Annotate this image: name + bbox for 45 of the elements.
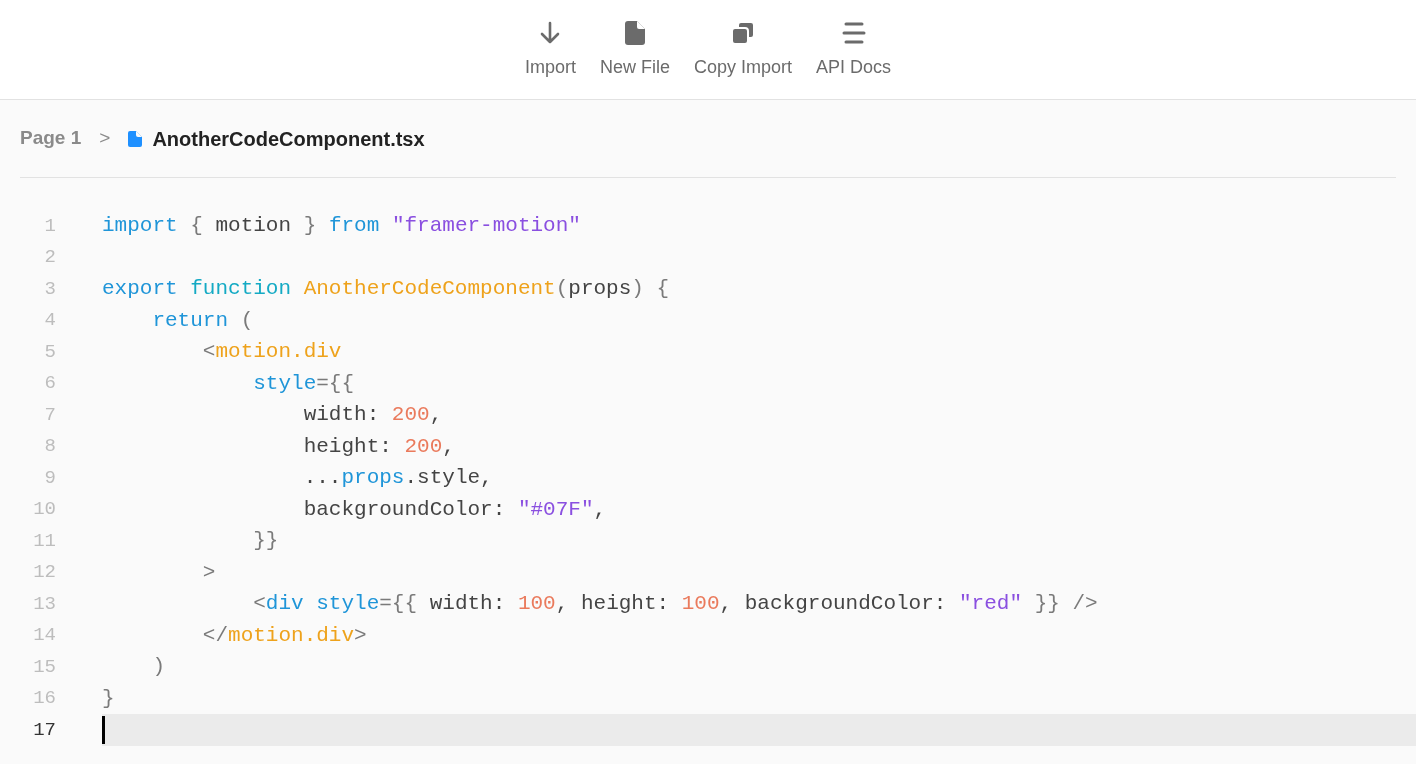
line-number: 10 — [32, 497, 56, 522]
line-number: 6 — [43, 371, 56, 396]
file-icon — [128, 130, 143, 147]
line-number: 15 — [32, 654, 56, 680]
code-line: </motion.div> — [201, 622, 367, 649]
code-line: height: 200, — [302, 433, 455, 460]
arrow-down-icon — [539, 21, 562, 45]
code-line: export function AnotherCodeComponent(props) { — [102, 276, 670, 302]
toolbar-button[interactable]: Copy Import — [685, 20, 800, 81]
line-number: 7 — [43, 402, 56, 428]
breadcrumb-link[interactable]: Page 1 — [20, 124, 82, 153]
line-number: 13 — [32, 591, 56, 617]
toolbar-button[interactable]: New File — [591, 20, 678, 81]
menu-icon — [841, 22, 866, 44]
line-number: 14 — [32, 623, 56, 648]
chevron-icon: > — [99, 124, 111, 153]
code-line: style={{ — [252, 370, 355, 397]
code-line: ) — [151, 654, 165, 680]
line-number: 4 — [43, 308, 56, 333]
line-number: 17 — [32, 717, 56, 743]
line-number: 5 — [43, 339, 56, 365]
line-number: 16 — [32, 686, 56, 711]
line-number: 8 — [43, 434, 56, 459]
code-line: import { motion } from "framer-motion" — [102, 213, 581, 239]
code-line: }} — [252, 528, 279, 554]
code-line: ...props.style, — [302, 465, 493, 491]
code-line: } — [102, 685, 115, 712]
line-number: 3 — [43, 276, 56, 302]
file-icon — [624, 21, 645, 45]
code-line: width: 200, — [302, 402, 443, 428]
code-line: > — [201, 559, 216, 586]
text-cursor — [102, 715, 105, 744]
line-number: 2 — [43, 245, 56, 270]
toolbar-button[interactable]: API Docs — [808, 20, 900, 81]
file-name: AnotherCodeComponent.tsx — [152, 126, 425, 152]
copy-icon — [731, 21, 755, 45]
code-line: <motion.div — [201, 339, 342, 365]
line-number: 1 — [43, 213, 56, 239]
line-number: 11 — [32, 528, 56, 554]
code-line: <div style={{ width: 100, height: 100, backgroundColor: "red" }} /> — [252, 591, 1098, 617]
toolbar-button[interactable]: Import — [516, 20, 584, 81]
line-number: 12 — [32, 560, 56, 585]
code-line: backgroundColor: "#07F", — [302, 496, 607, 523]
code-line: return ( — [151, 307, 254, 334]
line-number: 9 — [43, 465, 56, 491]
